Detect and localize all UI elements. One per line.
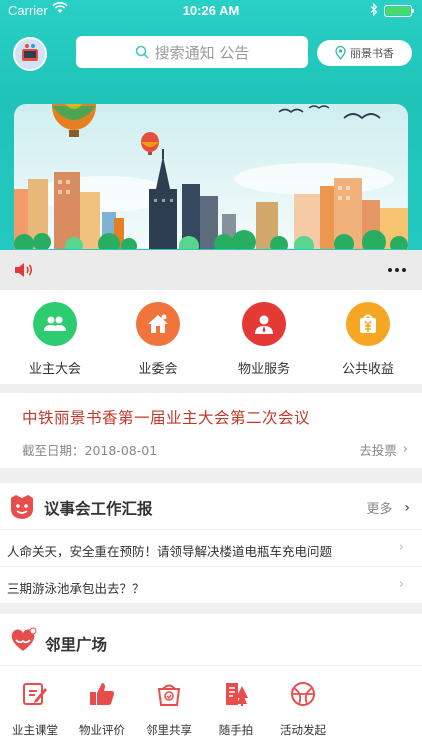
home-icon	[136, 302, 180, 346]
more-label: 更多	[366, 502, 393, 517]
neighbors-title: 邻里广场	[45, 636, 108, 654]
thumbs-up-icon	[67, 678, 137, 710]
feature-committee[interactable]: 业委会	[108, 302, 208, 377]
search-input[interactable]: 搜索通知 公告	[76, 36, 308, 68]
list-item-text: 三期游泳池承包出去？？	[7, 581, 145, 596]
tab-label: 活动发起	[280, 723, 326, 737]
feature-grid: 业主大会 业委会 物业服务 公共收益	[0, 290, 422, 384]
feature-owners-meeting[interactable]: 业主大会	[5, 302, 105, 377]
meeting-title: 中铁丽景书香第一届业主大会第二次会议	[22, 409, 311, 427]
location-button[interactable]: 丽景书香	[317, 40, 412, 66]
edit-icon	[0, 678, 70, 710]
ball-icon	[268, 678, 338, 710]
meeting-card[interactable]: 中铁丽景书香第一届业主大会第二次会议 截至日期：2018-08-01 去投票 ›	[0, 393, 422, 468]
avatar[interactable]	[13, 37, 47, 71]
chevron-right-icon: ›	[404, 499, 410, 516]
feature-label: 公共收益	[341, 362, 394, 377]
tab-owner-class[interactable]: 业主课堂	[0, 678, 70, 738]
city-banner[interactable]	[14, 104, 408, 249]
neighbors-header[interactable]: 邻里广场	[0, 614, 422, 666]
council-logo-icon	[8, 494, 36, 524]
council-header: 议事会工作汇报 更多 ›	[0, 483, 422, 530]
speaker-icon	[14, 262, 34, 282]
search-placeholder: 搜索通知 公告	[154, 43, 250, 62]
battery-icon	[384, 5, 414, 17]
tab-label: 随手拍	[218, 723, 254, 737]
chevron-right-icon: ›	[398, 540, 404, 555]
search-icon	[135, 45, 149, 59]
tab-label: 邻里共享	[146, 723, 192, 737]
feature-label: 物业服务	[237, 362, 290, 377]
feature-label: 业委会	[138, 362, 178, 377]
list-item-text: 人命关天，安全重在预防！请领导解决楼道电瓶车充电问题	[7, 544, 333, 559]
more-dots-icon[interactable]	[388, 268, 406, 272]
feature-property-service[interactable]: 物业服务	[214, 302, 314, 377]
notice-bar[interactable]	[0, 250, 422, 290]
clock: 10:26 AM	[182, 3, 240, 18]
council-title: 议事会工作汇报	[44, 500, 153, 518]
user-icon	[242, 302, 286, 346]
council-section: 议事会工作汇报 更多 › 人命关天，安全重在预防！请领导解决楼道电瓶车充电问题 …	[0, 483, 422, 604]
list-item[interactable]: 人命关天，安全重在预防！请领导解决楼道电瓶车充电问题 ›	[0, 530, 422, 567]
basket-icon	[134, 678, 204, 710]
vote-label: 去投票	[359, 443, 397, 458]
tab-property-rating[interactable]: 物业评价	[67, 678, 137, 738]
meeting-deadline: 截至日期：2018-08-01	[22, 443, 158, 458]
tab-launch-activity[interactable]: 活动发起	[268, 678, 338, 738]
money-icon	[346, 302, 390, 346]
location-pin-icon	[335, 46, 346, 60]
tab-label: 物业评价	[79, 723, 125, 737]
bluetooth-icon	[370, 2, 378, 19]
chevron-right-icon: ›	[398, 577, 404, 592]
tab-snapshot[interactable]: 随手拍	[201, 678, 271, 738]
heart-hands-icon	[8, 626, 38, 658]
location-label: 丽景书香	[350, 47, 394, 60]
feature-public-income[interactable]: 公共收益	[318, 302, 418, 377]
tab-label: 业主课堂	[12, 723, 58, 737]
vote-link[interactable]: 去投票 ›	[359, 440, 408, 459]
tab-neighbor-share[interactable]: 邻里共享	[134, 678, 204, 738]
people-icon	[33, 302, 77, 346]
council-more-link[interactable]: 更多 ›	[366, 498, 410, 518]
list-item[interactable]: 三期游泳池承包出去？？ ›	[0, 567, 422, 604]
chevron-right-icon: ›	[402, 442, 408, 457]
bottom-tab-bar: 业主课堂 物业评价 邻里共享 随手拍 活动发起	[0, 666, 422, 750]
camera-tree-icon	[201, 678, 271, 710]
feature-label: 业主大会	[28, 362, 81, 377]
status-bar: Carrier 10:26 AM	[0, 0, 422, 22]
